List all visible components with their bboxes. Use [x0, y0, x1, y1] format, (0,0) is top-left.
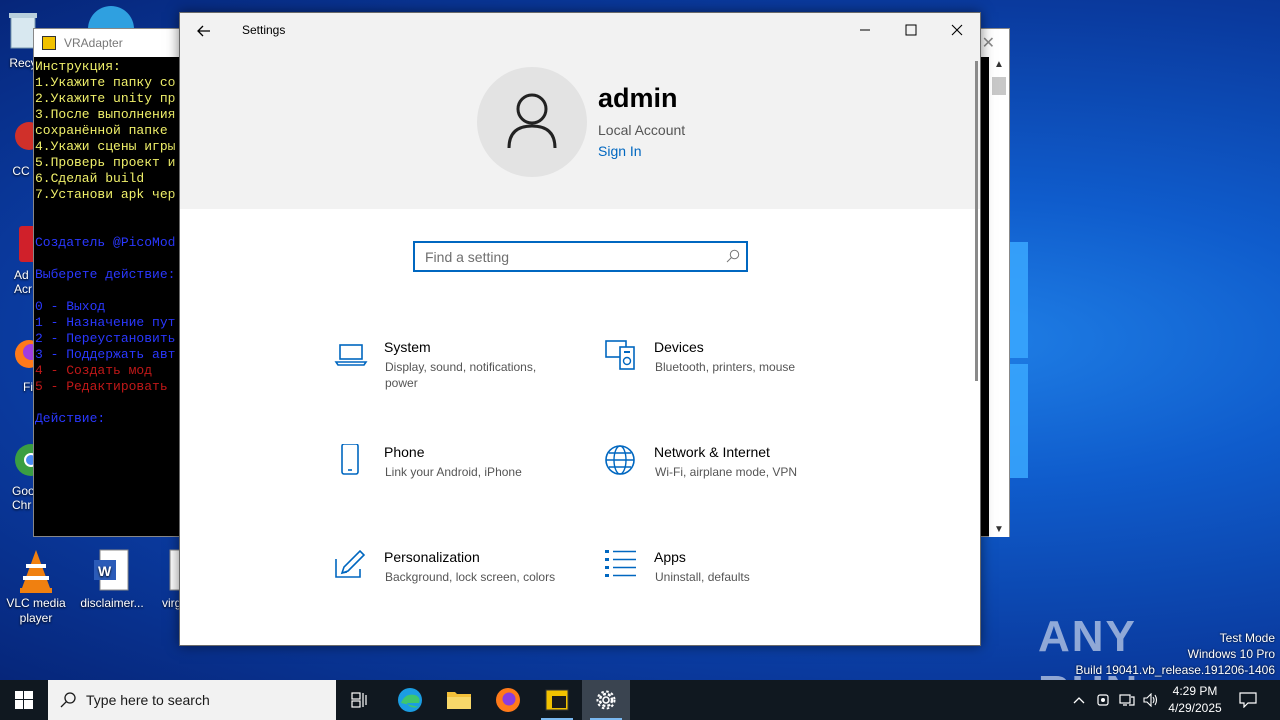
console-close-icon[interactable]: ✕	[982, 33, 995, 53]
edge-desktop-icon[interactable]	[88, 6, 134, 30]
desktop-icon-label: disclaimer...	[80, 596, 144, 610]
minimize-button[interactable]	[842, 13, 888, 47]
tile-phone[interactable]: Phone Link your Android, iPhone	[334, 443, 564, 514]
network-icon[interactable]	[1116, 680, 1138, 720]
user-avatar-icon[interactable]	[477, 67, 587, 177]
tile-network[interactable]: Network & Internet Wi-Fi, airplane mode,…	[604, 444, 834, 514]
scroll-up-icon[interactable]: ▲	[994, 59, 1004, 70]
tile-name: System	[384, 339, 431, 355]
desktop-icon-label: Ad Acr	[14, 268, 32, 296]
console-title: VRAdapter	[64, 36, 123, 50]
tray-overflow-chevron-icon[interactable]	[1068, 680, 1090, 720]
windows-logo-pane	[1010, 364, 1028, 478]
edge-icon	[398, 688, 422, 712]
desktop-icon-word-doc[interactable]: W disclaimer...	[74, 548, 150, 610]
tile-name: Devices	[654, 339, 704, 355]
taskbar-search-placeholder: Type here to search	[86, 692, 210, 708]
console-app-icon	[42, 36, 56, 50]
tile-description: Link your Android, iPhone	[385, 465, 522, 479]
task-view-icon	[351, 692, 367, 708]
back-arrow-icon[interactable]	[192, 21, 216, 41]
taskbar-settings[interactable]	[582, 680, 630, 720]
scroll-thumb[interactable]	[992, 77, 1006, 95]
windows-logo-pane	[1010, 242, 1028, 358]
desktop-icon-label: virgi	[161, 596, 184, 610]
clock-date: 4/29/2025	[1168, 701, 1222, 715]
globe-icon	[604, 444, 638, 478]
windows-start-icon	[15, 691, 33, 709]
vlc-cone-icon	[16, 548, 56, 593]
console-scrollbar[interactable]: ▲ ▼	[989, 57, 1009, 537]
settings-title: Settings	[242, 23, 286, 37]
search-icon[interactable]	[726, 249, 740, 268]
tile-description: Wi-Fi, airplane mode, VPN	[655, 465, 798, 479]
tile-name: Network & Internet	[654, 444, 770, 460]
tile-personalization[interactable]: Personalization Background, lock screen,…	[334, 549, 564, 619]
tile-system[interactable]: System Display, sound, notifications, po…	[334, 339, 564, 409]
tile-description: Background, lock screen, colors	[385, 570, 556, 584]
test-mode-label: Test Mode	[1219, 631, 1275, 645]
svg-text:W: W	[98, 563, 112, 579]
sign-in-link[interactable]: Sign In	[598, 143, 642, 159]
scroll-down-icon[interactable]: ▼	[994, 524, 1004, 535]
laptop-icon	[334, 339, 368, 373]
tile-name: Personalization	[384, 549, 480, 565]
folder-icon	[447, 692, 471, 709]
settings-search-input[interactable]	[415, 243, 705, 270]
tile-description: Uninstall, defaults	[655, 570, 750, 584]
document-icon	[144, 548, 184, 592]
maximize-button[interactable]	[888, 13, 934, 47]
gear-icon	[596, 690, 616, 710]
tray-app-icon[interactable]	[1092, 680, 1114, 720]
taskbar-search-box[interactable]: Type here to search	[48, 680, 336, 720]
close-button[interactable]	[934, 13, 980, 47]
start-button[interactable]	[0, 680, 48, 720]
desktop-icon-virgi[interactable]: virgi	[144, 548, 184, 610]
account-header: admin Local Account Sign In	[180, 49, 980, 209]
settings-search-box[interactable]	[413, 241, 748, 272]
search-icon	[60, 692, 76, 708]
tile-apps[interactable]: Apps Uninstall, defaults	[604, 549, 834, 619]
tile-description: Display, sound, notifications, power	[385, 360, 537, 390]
tile-description: Bluetooth, printers, mouse	[655, 360, 796, 374]
user-name: admin	[598, 83, 678, 113]
tile-devices[interactable]: Devices Bluetooth, printers, mouse	[604, 339, 834, 409]
desktop-icon-label: VLC media player	[6, 596, 66, 625]
desktop-icon-label: Goo Chr	[12, 484, 35, 512]
build-info: Build 19041.vb_release.191206-1406	[1075, 663, 1276, 677]
tile-name: Apps	[654, 549, 686, 565]
account-type: Local Account	[598, 122, 686, 138]
settings-window[interactable]: Settings admin Local Account Sign In Sys…	[179, 12, 981, 646]
windows-edition: Windows 10 Pro	[1187, 647, 1275, 661]
phone-icon	[334, 443, 368, 478]
volume-icon[interactable]	[1140, 680, 1162, 720]
vradapter-app-icon	[545, 689, 569, 711]
taskbar-firefox[interactable]	[484, 680, 532, 720]
devices-icon	[604, 339, 638, 373]
tile-name: Phone	[384, 444, 425, 460]
apps-list-icon	[604, 549, 638, 583]
firefox-icon	[496, 688, 520, 712]
task-view-button[interactable]	[336, 680, 384, 720]
settings-titlebar[interactable]: Settings	[180, 13, 980, 49]
paint-icon	[334, 549, 368, 583]
taskbar: Type here to search 4:29 PM 4/29/2025	[0, 680, 1280, 720]
taskbar-edge[interactable]	[386, 680, 434, 720]
desktop-icon-vlc[interactable]: VLC media player	[0, 548, 74, 626]
notification-center-icon[interactable]	[1236, 680, 1260, 720]
taskbar-clock[interactable]: 4:29 PM 4/29/2025	[1160, 683, 1230, 717]
word-document-icon: W	[92, 548, 132, 592]
taskbar-vradapter[interactable]	[533, 680, 581, 720]
settings-scrollbar[interactable]	[975, 61, 978, 381]
clock-time: 4:29 PM	[1172, 684, 1218, 698]
test-mode-info: Test Mode Windows 10 Pro Build 19041.vb_…	[1076, 630, 1276, 678]
taskbar-file-explorer[interactable]	[435, 680, 483, 720]
